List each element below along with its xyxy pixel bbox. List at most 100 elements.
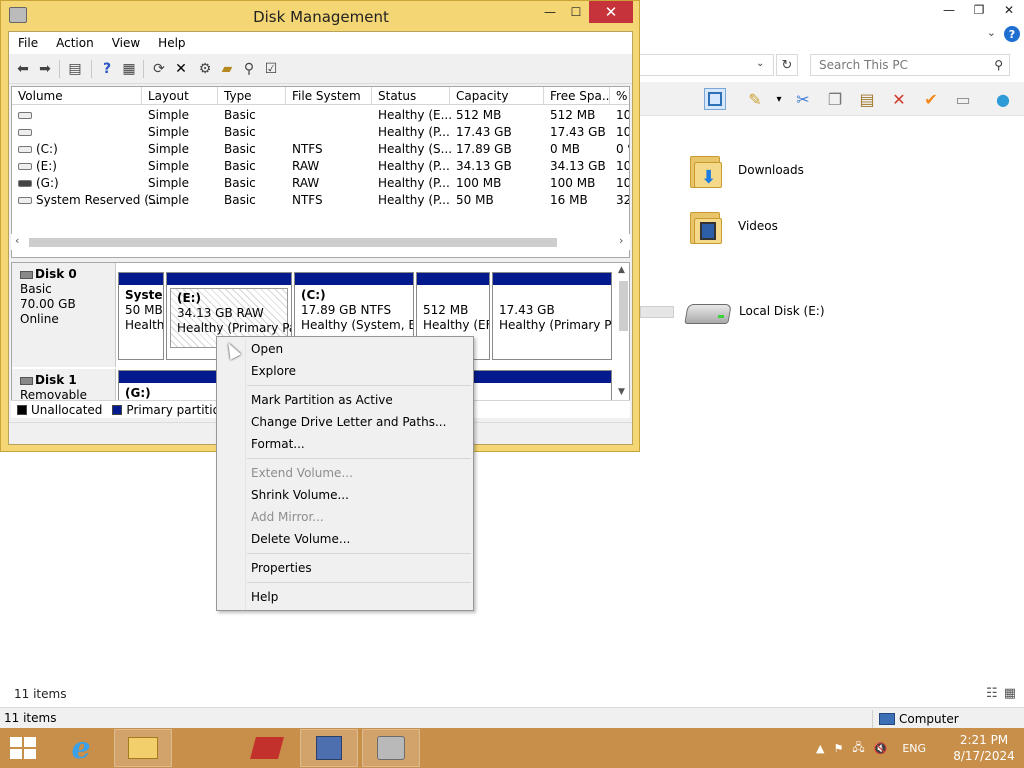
column-free-space[interactable]: Free Spa...	[544, 87, 610, 105]
cut-icon[interactable]: ✂	[792, 88, 814, 110]
menu-item-delete-volume[interactable]: Delete Volume...	[251, 529, 350, 549]
open-folder-icon[interactable]: ▰	[217, 59, 237, 79]
partition-primary[interactable]: 17.43 GB Healthy (Primary Pa	[492, 272, 612, 360]
disk-management-taskbar-icon[interactable]	[362, 729, 420, 767]
table-row[interactable]: (E:) Simple Basic RAW Healthy (P... 34.13 GB 3…	[12, 158, 629, 175]
minimize-icon[interactable]: —	[934, 0, 964, 20]
table-row[interactable]: (G:) Simple Basic RAW Healthy (P... 100 MB 100…	[12, 175, 629, 192]
internet-explorer-icon[interactable]: e	[52, 729, 110, 767]
scroll-up-icon[interactable]: ▲	[618, 265, 625, 275]
large-icons-view-icon[interactable]: ▦	[1004, 686, 1016, 701]
ribbon-expand-icon[interactable]: ⌄	[987, 26, 996, 39]
forward-icon[interactable]: ➡	[35, 59, 55, 79]
column-percent-free[interactable]: % F	[610, 87, 629, 105]
column-layout[interactable]: Layout	[142, 87, 218, 105]
column-file-system[interactable]: File System	[286, 87, 372, 105]
delete-icon[interactable]: ✕	[888, 88, 910, 110]
show-hidden-icons-icon[interactable]: ▲	[816, 742, 824, 755]
help-icon[interactable]: ?	[97, 59, 117, 79]
title-bar[interactable]: Disk Management — ☐ ✕	[1, 1, 639, 31]
menu-item-open[interactable]: Open	[251, 339, 283, 359]
refresh-icon[interactable]: ↻	[776, 54, 798, 76]
vertical-scrollbar[interactable]: ▲ ▼	[616, 263, 629, 407]
table-cell: Simple	[148, 108, 189, 122]
layout-icon[interactable]	[704, 88, 726, 110]
disk0-header[interactable]: Disk 0 Basic 70.00 GB Online	[12, 263, 116, 367]
settings-icon[interactable]: ⚙	[195, 59, 215, 79]
properties-icon[interactable]: ▦	[119, 59, 139, 79]
scroll-down-icon[interactable]: ▼	[618, 387, 625, 397]
scroll-right-icon[interactable]: ›	[619, 234, 623, 247]
table-cell: Healthy (E...	[378, 108, 453, 122]
rename-icon[interactable]: ▭	[952, 88, 974, 110]
drive-label: Local Disk (E:)	[739, 304, 825, 318]
menu-help[interactable]: Help	[149, 36, 194, 50]
drive-local-disk-e[interactable]: Local Disk (E:)	[684, 296, 825, 326]
partition-system-reserved[interactable]: Syster50 MBHealth	[118, 272, 164, 360]
scroll-left-icon[interactable]: ‹	[15, 234, 19, 247]
disk-icon	[20, 270, 33, 279]
search-input[interactable]: Search This PC ⚲	[810, 54, 1010, 76]
menu-action[interactable]: Action	[47, 36, 103, 50]
start-button[interactable]	[10, 737, 38, 759]
table-cell: 512 MB	[550, 108, 596, 122]
search-icon[interactable]: ⚲	[994, 58, 1003, 72]
dropdown-icon[interactable]: ▾	[768, 88, 790, 110]
action-center-flag-icon[interactable]: ⚑	[833, 742, 843, 755]
folder-downloads[interactable]: ⬇ Downloads	[688, 152, 804, 188]
maximize-icon[interactable]: ☐	[565, 1, 587, 23]
column-status[interactable]: Status	[372, 87, 450, 105]
close-icon[interactable]: ✕	[589, 1, 633, 23]
delete-icon[interactable]: ✕	[171, 59, 191, 79]
menu-item-properties[interactable]: Properties	[251, 558, 312, 578]
show-hide-console-tree-icon[interactable]: ▤	[65, 59, 85, 79]
check-icon[interactable]: ✔	[920, 88, 942, 110]
column-type[interactable]: Type	[218, 87, 286, 105]
table-row[interactable]: (C:) Simple Basic NTFS Healthy (S... 17.89 GB…	[12, 141, 629, 158]
copy-icon[interactable]: ❐	[824, 88, 846, 110]
table-row[interactable]: System Reserved (... Simple Basic NTFS Healt…	[12, 192, 629, 209]
menu-view[interactable]: View	[103, 36, 149, 50]
close-icon[interactable]: ✕	[994, 0, 1024, 20]
checklist-icon[interactable]: ☑	[261, 59, 281, 79]
rescan-icon[interactable]: ⟳	[149, 59, 169, 79]
input-language[interactable]: ENG	[902, 742, 926, 755]
network-icon[interactable]: ●	[992, 88, 1014, 110]
computer-management-icon[interactable]	[300, 729, 358, 767]
menu-item-format[interactable]: Format...	[251, 434, 305, 454]
menu-item-explore[interactable]: Explore	[251, 361, 296, 381]
menu-item-shrink-volume[interactable]: Shrink Volume...	[251, 485, 349, 505]
network-icon[interactable]: 🖧	[852, 739, 864, 758]
table-row[interactable]: SimpleBasicHealthy (E...512 MB512 MB100	[12, 107, 629, 124]
clock[interactable]: 2:21 PM 8/17/2024	[952, 732, 1016, 764]
hard-drive-icon	[684, 296, 732, 326]
menu-item-help[interactable]: Help	[251, 587, 278, 607]
menu-item-mark-active[interactable]: Mark Partition as Active	[251, 390, 393, 410]
address-bar[interactable]	[640, 54, 774, 76]
menu-item-change-drive-letter[interactable]: Change Drive Letter and Paths...	[251, 412, 446, 432]
address-dropdown-icon[interactable]: ⌄	[756, 58, 764, 69]
app-red-icon[interactable]	[238, 729, 296, 767]
horizontal-scrollbar[interactable]: ‹ ›	[11, 234, 630, 250]
back-icon[interactable]: ⬅	[13, 59, 33, 79]
volume-muted-icon[interactable]: 🔇	[874, 742, 888, 755]
table-row[interactable]: Simple Basic Healthy (P... 17.43 GB 17.43 GB…	[12, 124, 629, 141]
scrollbar-thumb[interactable]	[619, 281, 628, 331]
file-explorer-icon[interactable]	[114, 729, 172, 767]
folder-videos[interactable]: Videos	[688, 208, 778, 244]
paste-icon[interactable]: ▤	[856, 88, 878, 110]
table-cell: (C:)	[18, 142, 58, 156]
details-view-icon[interactable]: ☷	[986, 686, 998, 701]
column-volume[interactable]: Volume	[12, 87, 142, 105]
scrollbar-thumb[interactable]	[29, 238, 557, 247]
properties-icon[interactable]: ✎	[744, 88, 766, 110]
table-cell: 17.89 GB	[456, 142, 512, 156]
table-cell: Healthy (P...	[378, 193, 450, 207]
table-cell: Simple	[148, 176, 189, 190]
column-capacity[interactable]: Capacity	[450, 87, 544, 105]
help-icon[interactable]: ?	[1004, 26, 1020, 42]
search-icon[interactable]: ⚲	[239, 59, 259, 79]
menu-file[interactable]: File	[9, 36, 47, 50]
restore-icon[interactable]: ❐	[964, 0, 994, 20]
minimize-icon[interactable]: —	[539, 1, 561, 23]
